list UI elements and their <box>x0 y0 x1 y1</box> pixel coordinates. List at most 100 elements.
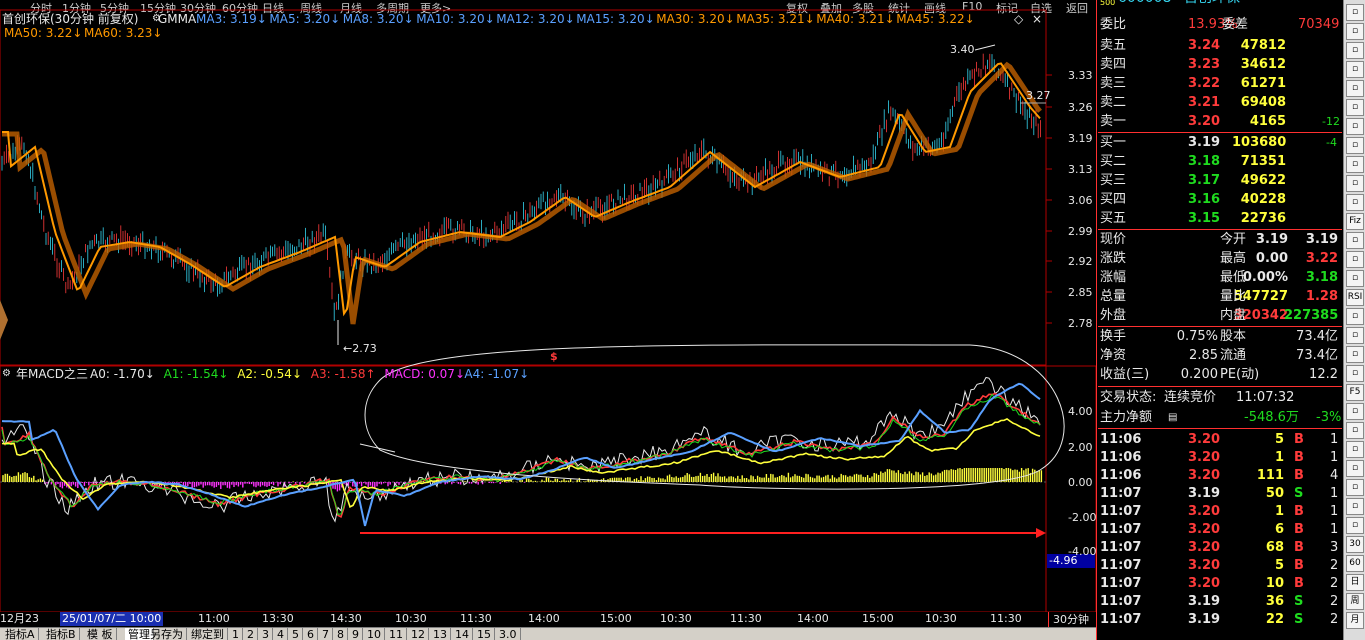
toolbar-button[interactable]: ▫ <box>1346 517 1364 534</box>
bottom-tab[interactable]: 6 <box>304 628 318 640</box>
buy-row[interactable]: 买二 3.18 71351 <box>1098 152 1342 171</box>
toolbar-button[interactable]: ▫ <box>1346 365 1364 382</box>
toolbar-button[interactable]: ▫ <box>1346 308 1364 325</box>
indicator-name[interactable]: GMMA <box>158 12 196 26</box>
toolbar-button[interactable]: ▫ <box>1346 422 1364 439</box>
toolbar-button[interactable]: 60 <box>1346 555 1364 572</box>
toolbar-button[interactable]: ▫ <box>1346 156 1364 173</box>
sell-price: 3.20 <box>1188 114 1221 129</box>
bottom-tab[interactable]: 绑定到 <box>188 628 228 640</box>
bottom-tab[interactable]: 模 板 <box>84 628 117 640</box>
buy-price: 3.19 <box>1188 135 1221 150</box>
tick-row[interactable]: 11:07 3.19 50 S 1 <box>1098 485 1342 503</box>
tick-row[interactable]: 11:07 3.20 6 B 1 <box>1098 521 1342 539</box>
buy-row[interactable]: 买五 3.15 22736 <box>1098 209 1342 228</box>
toolbar-button[interactable]: ▫ <box>1346 23 1364 40</box>
bottom-tab[interactable]: 1 <box>229 628 243 640</box>
close-icon[interactable]: × <box>1032 12 1042 26</box>
bottom-tab[interactable]: 3.0 <box>496 628 521 640</box>
toolbar-button[interactable]: 月 <box>1346 612 1364 629</box>
toolbar-button[interactable]: ▫ <box>1346 479 1364 496</box>
macd-title[interactable]: 年MACD之三 <box>16 367 88 381</box>
tick-row[interactable]: 11:07 3.19 22 S 2 <box>1098 611 1342 629</box>
toolbar-button[interactable]: ▫ <box>1346 175 1364 192</box>
toolbar-button[interactable]: ▫ <box>1346 137 1364 154</box>
bottom-tab[interactable]: 3 <box>259 628 273 640</box>
toolbar-button[interactable]: ▫ <box>1346 80 1364 97</box>
buy-row[interactable]: 买三 3.17 49622 <box>1098 171 1342 190</box>
bottom-tab[interactable]: 指标B <box>43 628 80 640</box>
quote-label: 股本 <box>1220 329 1247 344</box>
toolbar-button[interactable]: ▫ <box>1346 42 1364 59</box>
toolbar-button[interactable]: F5 <box>1346 384 1364 401</box>
toolbar-button[interactable]: ▫ <box>1346 61 1364 78</box>
toolbar-button[interactable]: ▫ <box>1346 270 1364 287</box>
tick-row[interactable]: 11:06 3.20 5 B 1 <box>1098 431 1342 449</box>
sell-row[interactable]: 卖五 3.24 47812 <box>1098 36 1342 55</box>
toolbar-button[interactable]: 30 <box>1346 536 1364 553</box>
toolbar-button[interactable]: ▫ <box>1346 346 1364 363</box>
diamond-icon[interactable]: ◇ <box>1014 12 1023 26</box>
time-tick: 25/01/07/二 10:00 <box>60 612 164 626</box>
sell-row[interactable]: 卖一 3.20 4165 -12 <box>1098 112 1342 131</box>
sell-row[interactable]: 卖二 3.21 69408 <box>1098 93 1342 112</box>
sell-price: 3.22 <box>1188 76 1221 91</box>
tick-row[interactable]: 11:07 3.19 36 S 2 <box>1098 593 1342 611</box>
bottom-tab[interactable]: 7 <box>319 628 333 640</box>
bottom-tab[interactable]: 2 <box>244 628 258 640</box>
bottom-tab[interactable]: 15 <box>474 628 495 640</box>
tick-row[interactable]: 11:06 3.20 1 B 1 <box>1098 449 1342 467</box>
tick-volume: 68 <box>1265 540 1284 555</box>
sell-row[interactable]: 卖三 3.22 61271 <box>1098 74 1342 93</box>
buy-row[interactable]: 买一 3.19 103680 -4 <box>1098 133 1342 152</box>
bottom-tab[interactable]: 10 <box>364 628 385 640</box>
toolbar-button[interactable]: ▫ <box>1346 194 1364 211</box>
toolbar-button[interactable]: ▫ <box>1346 232 1364 249</box>
toolbar-button[interactable]: ▫ <box>1346 403 1364 420</box>
tick-row[interactable]: 11:06 3.20 111 B 4 <box>1098 467 1342 485</box>
buy-row[interactable]: 买四 3.16 40228 <box>1098 190 1342 209</box>
tick-volume: 5 <box>1274 432 1284 447</box>
ma-legend-item: MA60: 3.23↓ <box>84 26 163 40</box>
toolbar-button[interactable]: Fiz <box>1346 213 1364 230</box>
bottom-tab[interactable]: 9 <box>349 628 363 640</box>
toolbar-button[interactable]: ▫ <box>1346 498 1364 515</box>
toolbar-button[interactable]: 周 <box>1346 593 1364 610</box>
price-tick: 3.26 <box>1068 101 1093 114</box>
main-panel-border <box>0 9 1047 366</box>
chart-canvas[interactable] <box>0 0 1096 612</box>
toolbar-button[interactable]: ▫ <box>1346 99 1364 116</box>
quote-label: 内盘 <box>1220 308 1247 323</box>
macd-header: ⚙ 年MACD之三 A0: -1.70↓ A1: -1.54↓ A2: -0.54↓… <box>0 367 1046 382</box>
tick-row[interactable]: 11:07 3.20 1 B 1 <box>1098 503 1342 521</box>
period-label[interactable]: 30分钟 <box>1048 612 1096 627</box>
sell-change: -12 <box>1322 115 1340 128</box>
bottom-tab[interactable]: 4 <box>274 628 288 640</box>
toolbar-button[interactable]: ▫ <box>1346 118 1364 135</box>
stock-header: 600008 500 首创环保 <box>1098 0 1342 7</box>
bottom-tab[interactable]: 13 <box>430 628 451 640</box>
toolbar-button[interactable]: RSI <box>1346 289 1364 306</box>
bottom-tab[interactable]: 11 <box>386 628 407 640</box>
tick-row[interactable]: 11:07 3.20 10 B 2 <box>1098 575 1342 593</box>
list-icon[interactable]: ▤ <box>1168 408 1177 427</box>
bottom-tab-bar: 指标A 指标B 模 板管理 另存为 绑定到 1 2 3 4 5 6 7 8 9 10 11 12 13 14 15 3.… <box>0 627 1096 640</box>
bottom-tab[interactable]: 12 <box>408 628 429 640</box>
tick-time: 11:06 <box>1100 450 1142 465</box>
tick-row[interactable]: 11:07 3.20 5 B 2 <box>1098 557 1342 575</box>
tick-row[interactable]: 11:07 3.20 68 B 3 <box>1098 539 1342 557</box>
toolbar-button[interactable]: ▫ <box>1346 327 1364 344</box>
bottom-tab[interactable]: 5 <box>289 628 303 640</box>
toolbar-button[interactable]: ▫ <box>1346 460 1364 477</box>
sell-row[interactable]: 卖四 3.23 34612 <box>1098 55 1342 74</box>
toolbar-button[interactable]: ▫ <box>1346 441 1364 458</box>
left-scroll-handle[interactable] <box>0 300 8 340</box>
bottom-tab[interactable]: 另存为 <box>147 628 187 640</box>
toolbar-button[interactable]: ▫ <box>1346 251 1364 268</box>
settings-icon[interactable]: ⚙ <box>2 367 11 381</box>
bottom-tab[interactable]: 8 <box>334 628 348 640</box>
bottom-tab[interactable]: 14 <box>452 628 473 640</box>
bottom-tab[interactable]: 指标A <box>2 628 39 640</box>
toolbar-button[interactable]: ▫ <box>1346 4 1364 21</box>
toolbar-button[interactable]: 日 <box>1346 574 1364 591</box>
